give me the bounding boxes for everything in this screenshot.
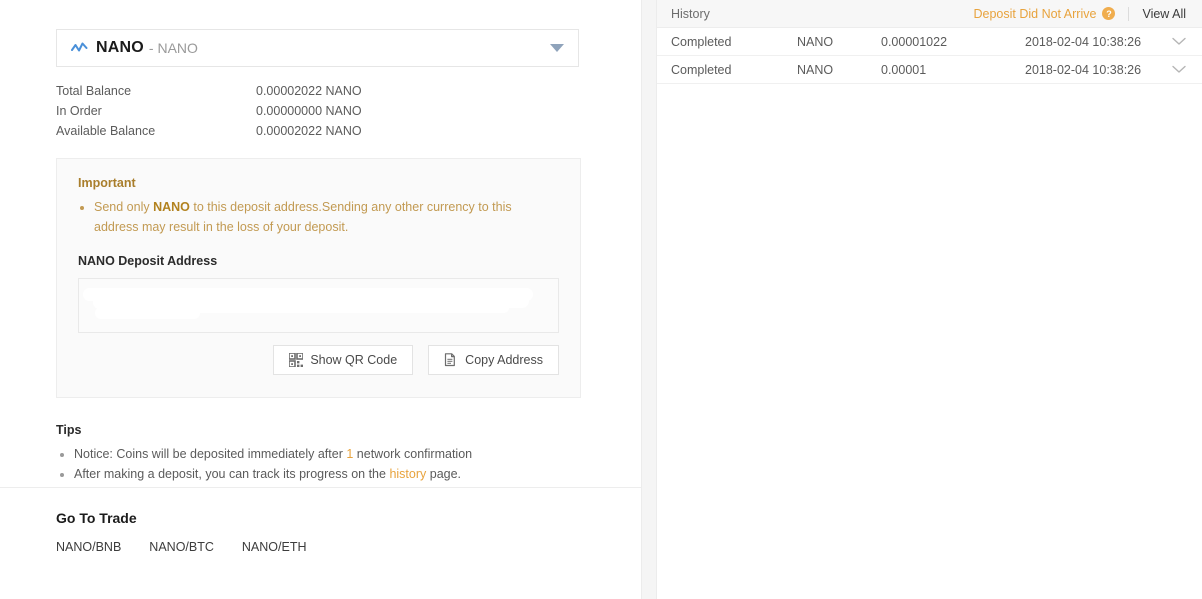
tip-text-pre: After making a deposit, you can track it… [74,467,390,481]
caret-down-icon[interactable] [550,44,564,52]
tip-text-post: page. [426,467,462,481]
history-panel: History Deposit Did Not Arrive ? View Al… [657,0,1202,599]
important-text-pre: Send only [94,200,154,214]
tips-title: Tips [56,423,82,437]
important-coin-name: NANO [153,200,190,214]
trade-pair-list: NANO/BNB NANO/BTC NANO/ETH [56,540,306,554]
tip-item: After making a deposit, you can track it… [74,464,585,484]
balance-value: 0.00002022 NANO [256,84,362,98]
balance-label: Total Balance [56,84,132,98]
chart-line-icon [71,42,88,52]
section-divider [0,487,641,488]
history-asset: NANO [797,34,834,49]
balance-value: 0.00000000 NANO [256,104,362,118]
history-date: 2018-02-04 10:38:26 [1025,34,1142,49]
trade-pair-link[interactable]: NANO/BNB [56,540,121,554]
panel-gutter [641,0,657,599]
balance-label: In Order [56,104,102,118]
deposit-address-field[interactable] [78,278,559,333]
tips-list: Notice: Coins will be deposited immediat… [56,444,585,484]
deposit-page: NANO - NANO Total Balance 0.00002022 NAN… [0,0,1202,599]
tip-text-pre: Notice: Coins will be deposited immediat… [74,447,347,461]
balance-value: 0.00002022 NANO [256,124,362,138]
history-header: History Deposit Did Not Arrive ? View Al… [657,0,1202,28]
history-row[interactable]: Completed NANO 0.00001 2018-02-04 10:38:… [657,56,1202,84]
balance-label: Available Balance [56,124,156,138]
balance-row: Total Balance 0.00002022 NANO [56,81,585,101]
balance-row: In Order 0.00000000 NANO [56,101,585,121]
show-qr-code-button[interactable]: Show QR Code [273,345,414,375]
history-asset: NANO [797,62,834,77]
history-status: Completed [671,34,732,49]
chevron-down-icon[interactable] [1166,37,1186,46]
coin-name-text: NANO [157,40,198,56]
trade-pair-link[interactable]: NANO/BTC [149,540,214,554]
history-status: Completed [671,62,732,77]
deposit-did-not-arrive-link[interactable]: Deposit Did Not Arrive [973,7,1096,21]
history-header-actions: Deposit Did Not Arrive ? View All [973,6,1186,21]
balance-row: Available Balance 0.00002022 NANO [56,121,585,141]
copy-address-button[interactable]: Copy Address [428,345,559,375]
important-title: Important [78,176,136,190]
tip-item: Notice: Coins will be deposited immediat… [74,444,585,464]
go-to-trade-title: Go To Trade [56,510,137,526]
coin-symbol: NANO [96,39,144,56]
history-date: 2018-02-04 10:38:26 [1025,62,1142,77]
tip-text-post: network confirmation [353,447,473,461]
qr-code-icon [289,353,304,367]
divider [1128,6,1130,21]
history-amount: 0.00001022 [881,34,948,49]
history-title: History [671,6,710,21]
address-redaction [95,307,200,319]
coin-name-separator: - [148,40,154,56]
history-row[interactable]: Completed NANO 0.00001022 2018-02-04 10:… [657,28,1202,56]
coin-full-name: - NANO [149,40,198,56]
important-bullet: Send only NANO to this deposit address.S… [94,197,556,237]
copy-address-label: Copy Address [465,353,543,367]
trade-pair-link[interactable]: NANO/ETH [242,540,307,554]
go-to-trade-section: Go To Trade NANO/BNB NANO/BTC NANO/ETH [56,510,306,554]
coin-selector[interactable]: NANO - NANO [56,29,579,67]
important-notice-box: Important Send only NANO to this deposit… [56,158,581,398]
history-amount: 0.00001 [881,62,927,77]
tips-section: Tips Notice: Coins will be deposited imm… [56,423,585,484]
view-all-link[interactable]: View All [1142,7,1186,21]
show-qr-code-label: Show QR Code [310,353,398,367]
help-icon[interactable]: ? [1102,7,1116,20]
deposit-body: NANO - NANO Total Balance 0.00002022 NAN… [0,0,641,484]
copy-document-icon [445,352,456,366]
deposit-address-label: NANO Deposit Address [78,254,218,268]
deposit-panel: NANO - NANO Total Balance 0.00002022 NAN… [0,0,641,599]
history-link[interactable]: history [389,467,426,481]
balance-list: Total Balance 0.00002022 NANO In Order 0… [56,81,585,141]
chevron-down-icon[interactable] [1166,65,1186,74]
important-list: Send only NANO to this deposit address.S… [78,197,559,237]
address-actions: Show QR Code Copy Address [78,345,559,375]
